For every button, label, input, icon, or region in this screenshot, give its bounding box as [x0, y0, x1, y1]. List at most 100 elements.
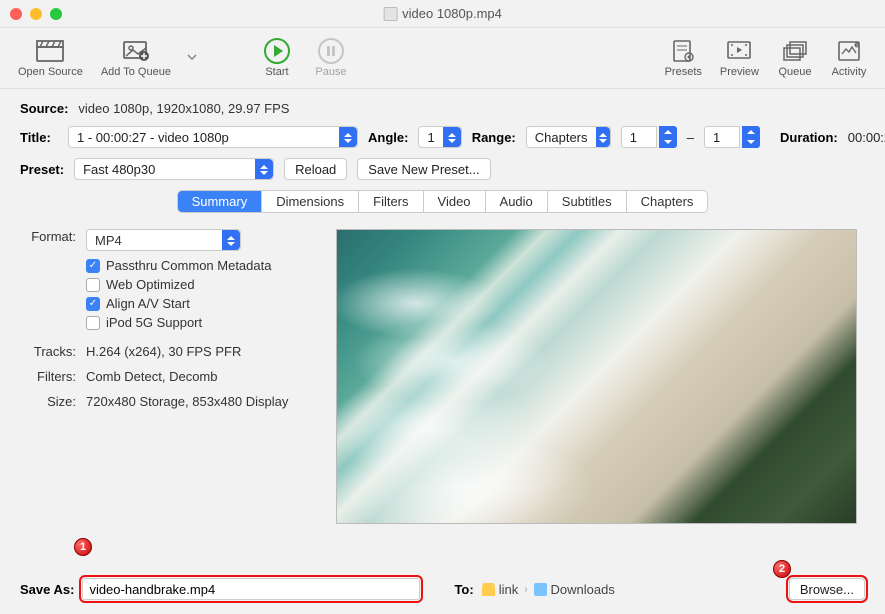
toolbar: Open Source Add To Queue Start Pause Pre… [0, 28, 885, 89]
source-row: Source: video 1080p, 1920x1080, 29.97 FP… [20, 101, 865, 116]
file-icon [383, 7, 397, 21]
video-preview-thumbnail [336, 229, 857, 524]
title-select[interactable]: 1 - 00:00:27 - video 1080p [68, 126, 358, 148]
add-to-queue-label: Add To Queue [101, 66, 171, 78]
tracks-value: H.264 (x264), 30 FPS PFR [86, 344, 308, 359]
checkbox[interactable]: ✓ [86, 259, 100, 273]
add-to-queue-dropdown[interactable] [183, 54, 201, 60]
format-label: Format: [28, 229, 86, 251]
title-row: Title: 1 - 00:00:27 - video 1080p Angle:… [20, 126, 865, 148]
preset-select[interactable]: Fast 480p30 [74, 158, 274, 180]
checkbox-label: Web Optimized [106, 277, 195, 292]
format-select[interactable]: MP4 [86, 229, 241, 251]
window-title-area: video 1080p.mp4 [383, 6, 502, 21]
preset-value: Fast 480p30 [83, 162, 247, 177]
preview-pane [336, 229, 857, 524]
document-gear-icon [670, 39, 696, 63]
summary-left-pane: Format: MP4 ✓ Passthru Common Metadata Web… [28, 229, 308, 524]
start-label: Start [265, 66, 288, 78]
range-to-input[interactable]: 1 [704, 126, 740, 148]
angle-label: Angle: [368, 130, 408, 145]
checkbox-label: Align A/V Start [106, 296, 190, 311]
chevron-down-icon [187, 54, 197, 60]
tab-dimensions[interactable]: Dimensions [262, 191, 359, 212]
open-source-button[interactable]: Open Source [12, 34, 89, 80]
presets-label: Presets [665, 66, 702, 78]
window-controls [10, 8, 62, 20]
size-value: 720x480 Storage, 853x480 Display [86, 394, 308, 409]
range-to-stepper[interactable] [742, 126, 760, 148]
filters-value: Comb Detect, Decomb [86, 369, 308, 384]
svg-text:i: i [856, 43, 857, 49]
title-bar: video 1080p.mp4 [0, 0, 885, 28]
open-source-label: Open Source [18, 66, 83, 78]
duration-label: Duration: [780, 130, 838, 145]
activity-button[interactable]: i Activity [825, 34, 873, 80]
tab-filters[interactable]: Filters [359, 191, 423, 212]
tab-chapters[interactable]: Chapters [627, 191, 708, 212]
stack-icon [781, 39, 809, 63]
preset-label: Preset: [20, 162, 64, 177]
path-folder: Downloads [551, 582, 615, 597]
window-title: video 1080p.mp4 [402, 6, 502, 21]
range-from-input[interactable]: 1 [621, 126, 657, 148]
path-root: link [499, 582, 519, 597]
checkbox-label: iPod 5G Support [106, 315, 202, 330]
filters-label: Filters: [28, 369, 86, 384]
browse-button[interactable]: Browse... [789, 578, 865, 600]
check-item: Web Optimized [86, 277, 308, 292]
title-label: Title: [20, 130, 58, 145]
tab-summary[interactable]: Summary [178, 191, 263, 212]
to-label: To: [454, 582, 473, 597]
range-type-select[interactable]: Chapters [526, 126, 611, 148]
tab-subtitles[interactable]: Subtitles [548, 191, 627, 212]
range-type-value: Chapters [535, 130, 588, 145]
save-new-preset-button[interactable]: Save New Preset... [357, 158, 490, 180]
annotation-badge-1: 1 [74, 538, 92, 556]
preview-label: Preview [720, 66, 759, 78]
preview-button[interactable]: Preview [714, 34, 765, 80]
folder-icon [534, 583, 547, 596]
checkbox[interactable] [86, 316, 100, 330]
reload-button[interactable]: Reload [284, 158, 347, 180]
checkbox[interactable]: ✓ [86, 297, 100, 311]
summary-panel: Format: MP4 ✓ Passthru Common Metadata Web… [20, 221, 865, 540]
preset-row: Preset: Fast 480p30 Reload Save New Pres… [20, 158, 865, 180]
source-label: Source: [20, 101, 68, 116]
content-area: Source: video 1080p, 1920x1080, 29.97 FP… [0, 89, 885, 544]
minimize-window-button[interactable] [30, 8, 42, 20]
duration-value: 00:00:27 [848, 130, 885, 145]
preview-icon [725, 39, 753, 63]
range-label: Range: [472, 130, 516, 145]
tab-video[interactable]: Video [424, 191, 486, 212]
bottom-bar: Save As: To: link › Downloads Browse... [0, 564, 885, 614]
pause-button[interactable]: Pause [307, 34, 355, 80]
photo-plus-icon [121, 39, 151, 63]
queue-button[interactable]: Queue [771, 34, 819, 80]
angle-value: 1 [427, 130, 434, 145]
zoom-window-button[interactable] [50, 8, 62, 20]
add-to-queue-button[interactable]: Add To Queue [95, 34, 177, 80]
chevron-right-icon: › [522, 584, 529, 595]
range-from-stepper[interactable] [659, 126, 677, 148]
activity-label: Activity [832, 66, 867, 78]
tab-audio[interactable]: Audio [486, 191, 548, 212]
source-value: video 1080p, 1920x1080, 29.97 FPS [78, 101, 289, 116]
clapperboard-icon [35, 39, 65, 63]
format-value: MP4 [95, 233, 214, 248]
start-button[interactable]: Start [253, 34, 301, 80]
checkbox[interactable] [86, 278, 100, 292]
pause-label: Pause [315, 66, 346, 78]
angle-select[interactable]: 1 [418, 126, 461, 148]
presets-button[interactable]: Presets [659, 34, 708, 80]
close-window-button[interactable] [10, 8, 22, 20]
home-icon [482, 583, 495, 596]
checkbox-label: Passthru Common Metadata [106, 258, 271, 273]
save-as-label: Save As: [20, 582, 74, 597]
destination-path[interactable]: link › Downloads [482, 582, 615, 597]
save-as-input[interactable] [82, 578, 420, 600]
size-label: Size: [28, 394, 86, 409]
check-item: ✓ Passthru Common Metadata [86, 258, 308, 273]
range-separator: – [687, 130, 694, 145]
check-item: iPod 5G Support [86, 315, 308, 330]
